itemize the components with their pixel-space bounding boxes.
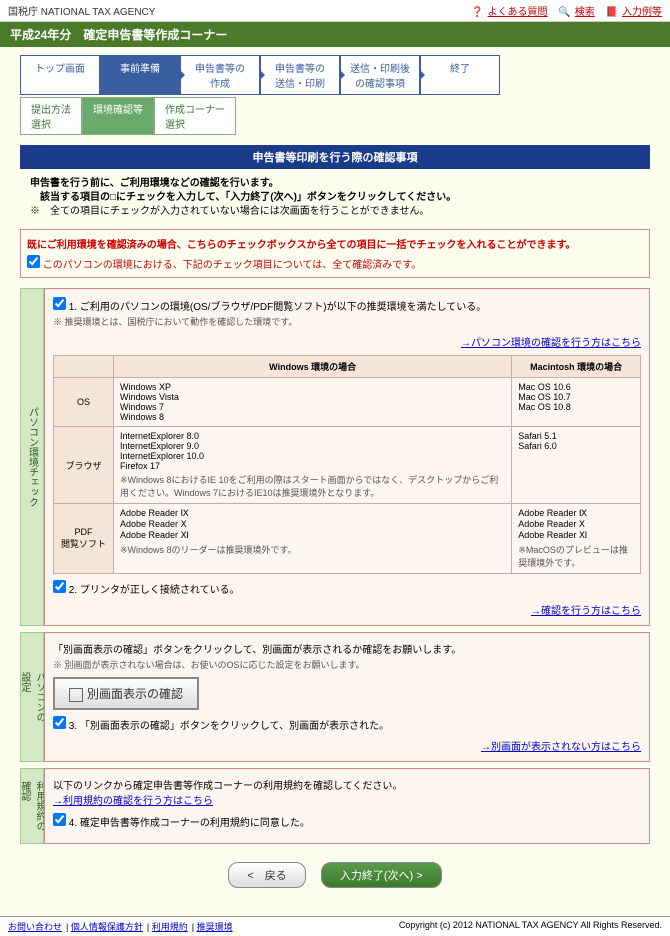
back-button[interactable]: < 戻る [228, 862, 305, 888]
tab-prep[interactable]: 事前準備 [100, 55, 180, 95]
tab-end[interactable]: 終了 [420, 55, 500, 95]
intro-text: 申告書を行う前に、ご利用環境などの確認を行います。 該当する項目の□にチェックを… [20, 177, 650, 219]
popup-test-button[interactable]: 別画面表示の確認 [53, 677, 199, 710]
footer-links: お問い合わせ| 個人情報保護方針| 利用規約| 推奨環境 [8, 920, 237, 933]
check-3[interactable]: 3. 「別画面表示の確認」ボタンをクリックして、別画面が表示された。 [53, 721, 389, 732]
section2-label: パソコンの 設定 [20, 632, 44, 762]
page-title: 平成24年分 確定申告書等作成コーナー [0, 22, 670, 47]
tab-top[interactable]: トップ画面 [20, 55, 100, 95]
env-table: Windows 環境の場合Macintosh 環境の場合 OSWindows X… [53, 355, 641, 574]
footer-contact[interactable]: お問い合わせ [8, 922, 62, 932]
popup-help-link[interactable]: →別画面が表示されない方はこちら [481, 742, 641, 753]
window-icon [69, 688, 83, 702]
footer-terms[interactable]: 利用規約 [152, 922, 188, 932]
check-1[interactable]: 1. ご利用のパソコンの環境(OS/ブラウザ/PDF閲覧ソフト)が以下の推奨環境… [53, 302, 486, 313]
tab-send[interactable]: 申告書等の 送信・印刷 [260, 55, 340, 95]
section1-label: パソコン環境チェック [20, 288, 44, 626]
footer-env[interactable]: 推奨環境 [197, 922, 233, 932]
footer-privacy[interactable]: 個人情報保護方針 [71, 922, 143, 932]
faq-link[interactable]: よくある質問 [488, 7, 548, 18]
printer-link[interactable]: →確認を行う方はこちら [531, 606, 641, 617]
search-link[interactable]: 検索 [575, 7, 595, 18]
bulk-check-box: 既にご利用環境を確認済みの場合、こちらのチェックボックスから全ての項目に一括でチ… [20, 229, 650, 278]
next-button[interactable]: 入力終了(次へ) > [321, 862, 442, 888]
tab-create[interactable]: 申告書等の 作成 [180, 55, 260, 95]
help-link[interactable]: 入力例等 [622, 7, 662, 18]
sub-tabs: 提出方法 選択 環境確認等 作成コーナー 選択 [20, 97, 650, 135]
terms-link[interactable]: →利用規約の確認を行う方はこちら [53, 796, 213, 807]
section3-label: 利用規約の 確認 [20, 768, 44, 844]
subtab-corner[interactable]: 作成コーナー 選択 [154, 97, 236, 135]
copyright: Copyright (c) 2012 NATIONAL TAX AGENCY A… [399, 920, 662, 933]
bulk-check[interactable]: このパソコンの環境における、下記のチェック項目については、全て確認済みです。 [27, 260, 421, 271]
wizard-tabs: トップ画面 事前準備 申告書等の 作成 申告書等の 送信・印刷 送信・印刷後 の… [20, 55, 650, 95]
subtab-method[interactable]: 提出方法 選択 [20, 97, 82, 135]
check-2[interactable]: 2. プリンタが正しく接続されている。 [53, 585, 240, 596]
section-heading: 申告書等印刷を行う際の確認事項 [20, 145, 650, 169]
check-4[interactable]: 4. 確定申告書等作成コーナーの利用規約に同意した。 [53, 818, 310, 829]
subtab-env[interactable]: 環境確認等 [82, 97, 154, 135]
tab-after[interactable]: 送信・印刷後 の確認事項 [340, 55, 420, 95]
env-check-link[interactable]: →パソコン環境の確認を行う方はこちら [461, 338, 641, 349]
agency-label: 国税庁 NATIONAL TAX AGENCY [8, 3, 155, 18]
